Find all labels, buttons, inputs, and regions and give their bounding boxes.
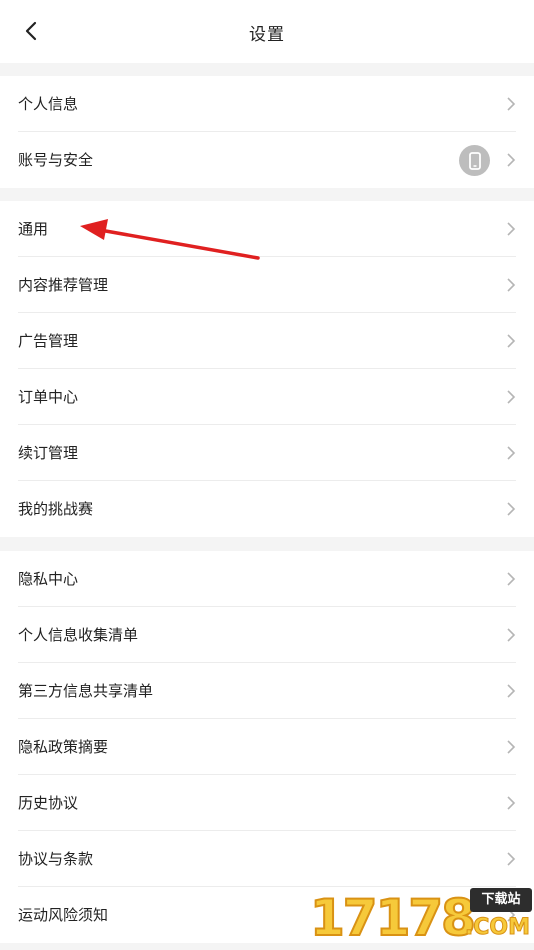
row-label: 运动风险须知 — [18, 906, 109, 924]
row-label: 续订管理 — [18, 444, 79, 462]
row-label: 广告管理 — [18, 332, 79, 350]
row-label: 账号与安全 — [18, 151, 94, 169]
row-label: 协议与条款 — [18, 850, 94, 868]
row-third-party-sharing[interactable]: 第三方信息共享清单 — [0, 663, 534, 719]
row-privacy-center[interactable]: 隐私中心 — [0, 551, 534, 607]
page-title: 设置 — [249, 25, 285, 45]
row-label: 历史协议 — [18, 794, 79, 812]
row-label: 隐私中心 — [18, 570, 79, 588]
chevron-right-icon — [507, 502, 516, 516]
row-personal-info-list[interactable]: 个人信息收集清单 — [0, 607, 534, 663]
row-terms[interactable]: 协议与条款 — [0, 831, 534, 887]
settings-screen: 设置 个人信息 账号与安全 通用 内容推荐管理 广告管理 订单中心 续订管理 我… — [0, 0, 534, 950]
chevron-right-icon — [507, 740, 516, 754]
row-label: 个人信息收集清单 — [18, 626, 139, 644]
chevron-right-icon — [507, 278, 516, 292]
row-label: 个人信息 — [18, 95, 79, 113]
chevron-right-icon — [507, 852, 516, 866]
row-label: 我的挑战赛 — [18, 500, 94, 518]
row-renewal-management[interactable]: 续订管理 — [0, 425, 534, 481]
row-personal-info[interactable]: 个人信息 — [0, 76, 534, 132]
account-group: 个人信息 账号与安全 — [0, 76, 534, 188]
chevron-right-icon — [507, 908, 516, 922]
top-bar: 设置 — [0, 0, 534, 63]
chevron-right-icon — [507, 796, 516, 810]
phone-icon — [459, 145, 490, 176]
row-label: 隐私政策摘要 — [18, 738, 109, 756]
general-group: 通用 内容推荐管理 广告管理 订单中心 续订管理 我的挑战赛 — [0, 201, 534, 537]
row-order-center[interactable]: 订单中心 — [0, 369, 534, 425]
row-my-challenges[interactable]: 我的挑战赛 — [0, 481, 534, 537]
chevron-right-icon — [507, 628, 516, 642]
chevron-right-icon — [507, 446, 516, 460]
row-exercise-risk[interactable]: 运动风险须知 — [0, 887, 534, 943]
chevron-right-icon — [507, 222, 516, 236]
chevron-right-icon — [507, 390, 516, 404]
row-ad-management[interactable]: 广告管理 — [0, 313, 534, 369]
row-content-recommendation[interactable]: 内容推荐管理 — [0, 257, 534, 313]
row-label: 第三方信息共享清单 — [18, 682, 154, 700]
chevron-right-icon — [507, 153, 516, 167]
row-general[interactable]: 通用 — [0, 201, 534, 257]
row-account-security[interactable]: 账号与安全 — [0, 132, 534, 188]
chevron-right-icon — [507, 334, 516, 348]
chevron-right-icon — [507, 97, 516, 111]
row-label: 通用 — [18, 220, 49, 238]
chevron-right-icon — [507, 684, 516, 698]
row-history-agreements[interactable]: 历史协议 — [0, 775, 534, 831]
privacy-group: 隐私中心 个人信息收集清单 第三方信息共享清单 隐私政策摘要 历史协议 协议与条… — [0, 551, 534, 943]
row-label: 订单中心 — [18, 388, 79, 406]
row-label: 内容推荐管理 — [18, 276, 109, 294]
row-privacy-summary[interactable]: 隐私政策摘要 — [0, 719, 534, 775]
chevron-right-icon — [507, 572, 516, 586]
